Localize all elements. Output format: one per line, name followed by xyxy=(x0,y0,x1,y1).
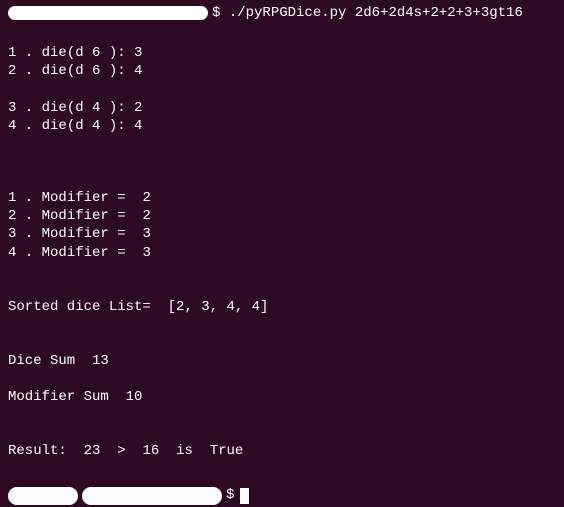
modifier-sum-line: Modifier Sum 10 xyxy=(8,388,556,406)
command-prompt-line-bottom[interactable]: $ xyxy=(8,486,556,504)
modifier-line: 1 . Modifier = 2 xyxy=(8,189,556,207)
command-prompt-line: $ ./pyRPGDice.py 2d6+2d4s+2+2+3+3gt16 xyxy=(8,4,556,22)
modifier-line: 4 . Modifier = 3 xyxy=(8,244,556,262)
redacted-user-host xyxy=(8,6,208,20)
cursor-block[interactable] xyxy=(240,488,249,504)
modifier-line: 3 . Modifier = 3 xyxy=(8,225,556,243)
die-roll-line: 1 . die(d 6 ): 3 xyxy=(8,44,556,62)
result-line: Result: 23 > 16 is True xyxy=(8,442,556,460)
die-roll-line: 2 . die(d 6 ): 4 xyxy=(8,62,556,80)
sorted-list-line: Sorted dice List= [2, 3, 4, 4] xyxy=(8,298,556,316)
die-roll-line: 3 . die(d 4 ): 2 xyxy=(8,99,556,117)
redacted-host xyxy=(82,487,222,505)
die-roll-line: 4 . die(d 4 ): 4 xyxy=(8,117,556,135)
prompt-symbol: $ xyxy=(226,486,234,504)
prompt-symbol: $ xyxy=(212,4,220,22)
redacted-user xyxy=(8,487,78,505)
command-text: ./pyRPGDice.py 2d6+2d4s+2+2+3+3gt16 xyxy=(229,4,523,22)
dice-sum-line: Dice Sum 13 xyxy=(8,352,556,370)
modifier-line: 2 . Modifier = 2 xyxy=(8,207,556,225)
